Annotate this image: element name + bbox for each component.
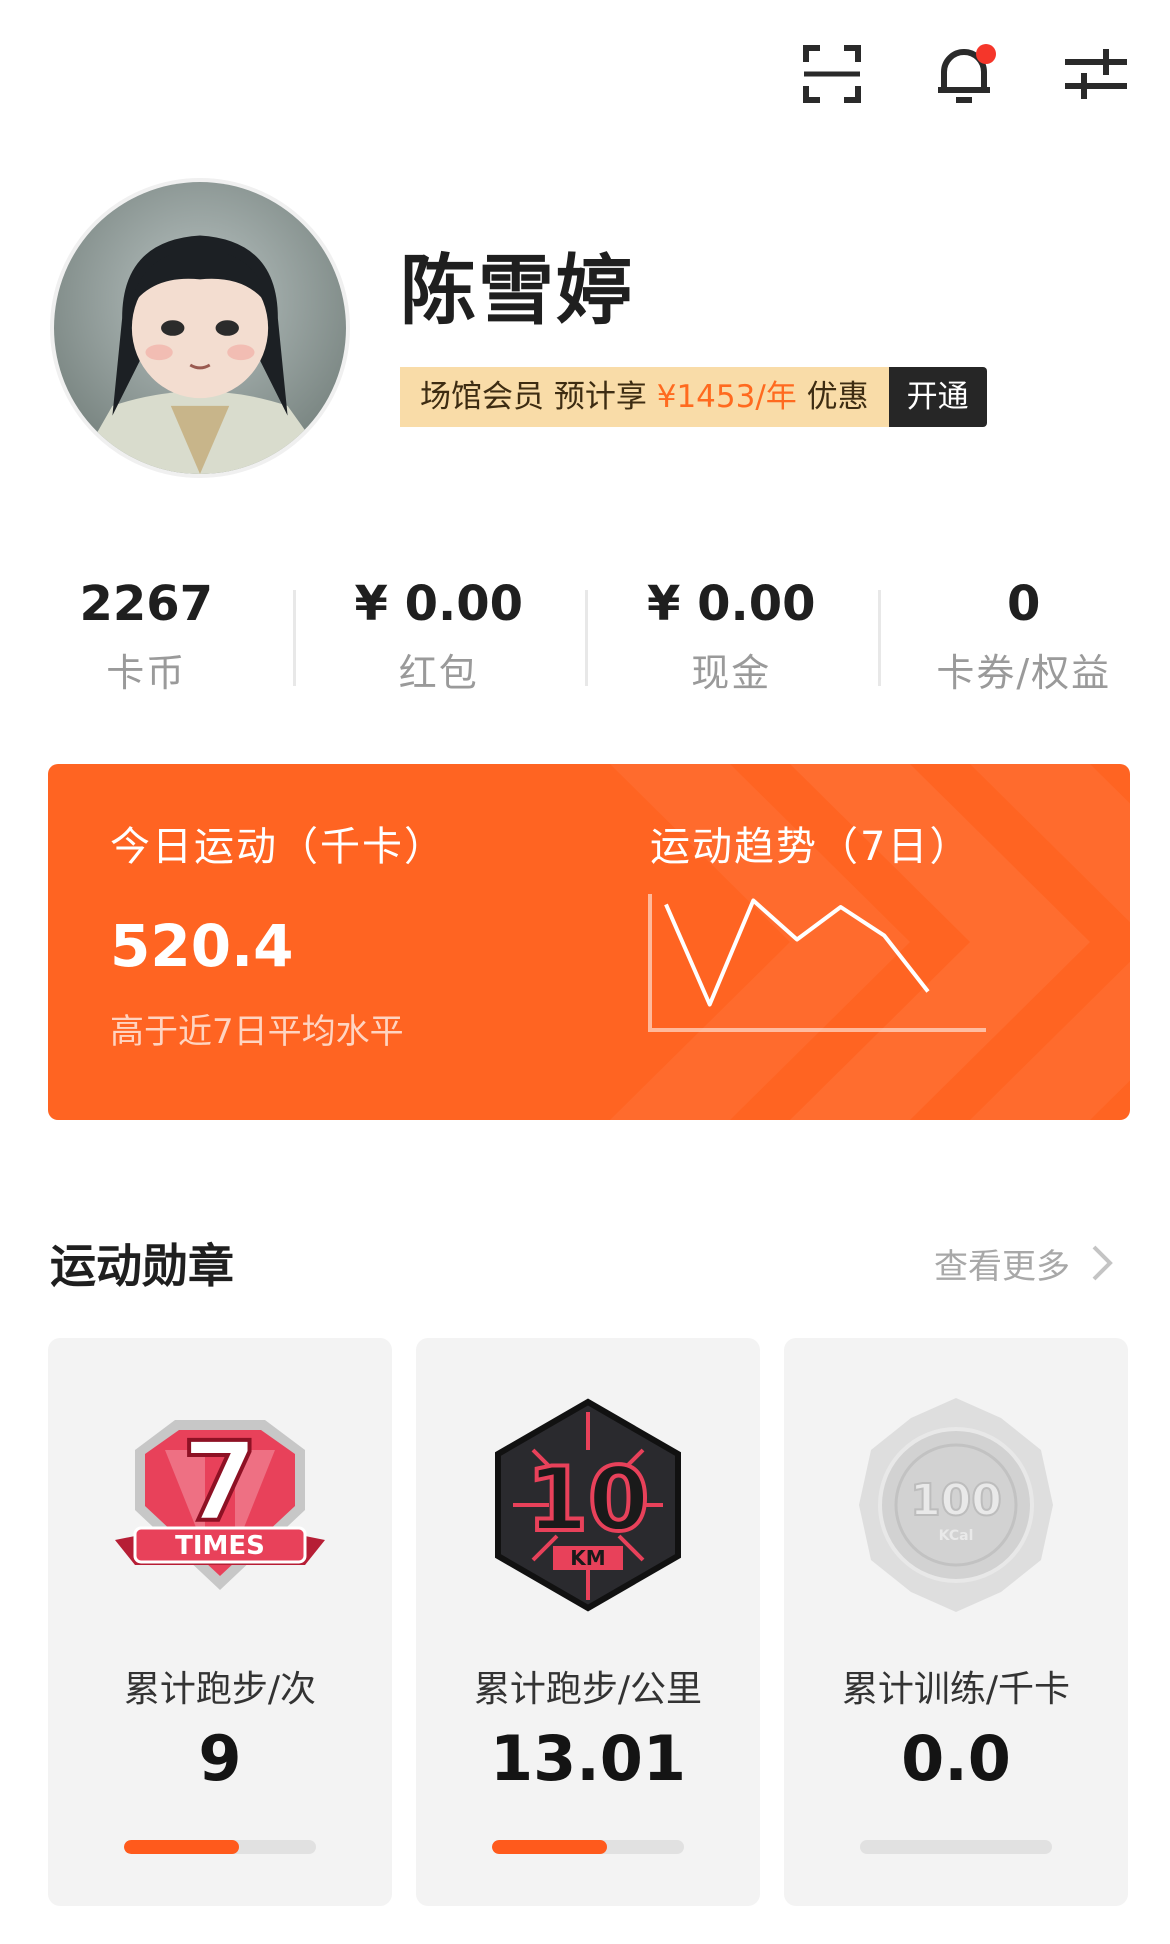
see-more-link[interactable]: 查看更多 <box>934 1239 1120 1288</box>
trend-series-line <box>664 898 930 1007</box>
badge-card-training-kcal[interactable]: 100 KCal 累计训练/千卡 0.0 <box>784 1338 1128 1906</box>
stat-label: 现金 <box>691 651 772 695</box>
membership-promo[interactable]: 场馆会员 预计享 ¥1453/年 优惠 <box>400 367 889 427</box>
user-name: 陈雪婷 <box>400 246 634 335</box>
stat-coupons[interactable]: 0 卡券/权益 <box>877 574 1170 697</box>
svg-text:100: 100 <box>910 1475 1002 1526</box>
today-calories-value: 520.4 <box>110 912 294 980</box>
badge-value: 0.0 <box>901 1722 1011 1795</box>
settings-sliders-icon[interactable] <box>1062 40 1130 108</box>
stat-label: 红包 <box>398 651 479 695</box>
badge-progress-fill <box>492 1840 608 1854</box>
svg-text:10: 10 <box>527 1448 649 1551</box>
badges-list: 7 TIMES 累计跑步/次 9 10 KM 累计跑步/公里 13.01 100… <box>48 1338 1128 1906</box>
section-title: 运动勋章 <box>50 1239 234 1293</box>
trend-line-chart <box>648 894 986 1032</box>
see-more-label: 查看更多 <box>934 1246 1070 1287</box>
trend-title: 运动趋势（7日） <box>650 824 972 870</box>
badge-label: 累计训练/千卡 <box>841 1669 1071 1710</box>
badges-header: 运动勋章 查看更多 <box>50 1230 1120 1296</box>
stat-card-coins[interactable]: 2267 卡币 <box>0 574 293 697</box>
membership-price: ¥1453/年 <box>656 379 797 415</box>
badge-progress-fill <box>124 1840 240 1854</box>
sport-summary-card[interactable]: 今日运动（千卡） 520.4 高于近7日平均水平 运动趋势（7日） <box>48 764 1130 1120</box>
stat-value: ¥ 0.00 <box>354 576 524 632</box>
today-comparison-note: 高于近7日平均水平 <box>110 1012 404 1052</box>
top-bar <box>798 40 1130 108</box>
chevron-right-icon <box>1092 1245 1113 1281</box>
scan-icon[interactable] <box>798 40 866 108</box>
membership-prefix: 场馆会员 预计享 <box>420 379 647 415</box>
profile-info: 陈雪婷 场馆会员 预计享 ¥1453/年 优惠 开通 <box>400 229 987 427</box>
stat-value: ¥ 0.00 <box>646 576 816 632</box>
badge-card-run-times[interactable]: 7 TIMES 累计跑步/次 9 <box>48 1338 392 1906</box>
stat-value: 2267 <box>79 576 214 632</box>
badge-label: 累计跑步/公里 <box>473 1669 703 1710</box>
badge-value: 13.01 <box>489 1722 687 1795</box>
notification-dot <box>976 44 996 64</box>
svg-text:KM: KM <box>570 1546 605 1570</box>
wallet-stats: 2267 卡币 ¥ 0.00 红包 ¥ 0.00 现金 0 卡券/权益 <box>0 574 1170 697</box>
stat-cash[interactable]: ¥ 0.00 现金 <box>585 574 878 697</box>
membership-bar[interactable]: 场馆会员 预计享 ¥1453/年 优惠 开通 <box>400 367 987 427</box>
badge-progress-bar <box>492 1840 684 1854</box>
100-kcal-badge-icon: 100 KCal <box>859 1398 1053 1612</box>
badge-progress-bar <box>124 1840 316 1854</box>
badge-value: 9 <box>198 1722 242 1795</box>
open-membership-button[interactable]: 开通 <box>888 367 987 427</box>
badge-card-run-km[interactable]: 10 KM 累计跑步/公里 13.01 <box>416 1338 760 1906</box>
svg-text:KCal: KCal <box>939 1528 974 1544</box>
chart-axes <box>648 894 986 1032</box>
avatar[interactable] <box>50 178 350 478</box>
svg-text:TIMES: TIMES <box>175 1531 265 1561</box>
badge-progress-bar <box>860 1840 1052 1854</box>
7-times-badge-icon: 7 TIMES <box>115 1416 325 1590</box>
bell-icon[interactable] <box>930 40 998 108</box>
today-sport-title: 今日运动（千卡） <box>110 824 446 870</box>
stat-value: 0 <box>1007 576 1041 632</box>
stat-red-packet[interactable]: ¥ 0.00 红包 <box>292 574 586 697</box>
stat-label: 卡币 <box>106 651 187 695</box>
profile-header: 陈雪婷 场馆会员 预计享 ¥1453/年 优惠 开通 <box>50 178 987 478</box>
membership-suffix: 优惠 <box>806 379 869 415</box>
stat-label: 卡券/权益 <box>936 651 1112 695</box>
10-km-badge-icon: 10 KM <box>495 1398 681 1612</box>
badge-label: 累计跑步/次 <box>123 1669 317 1710</box>
